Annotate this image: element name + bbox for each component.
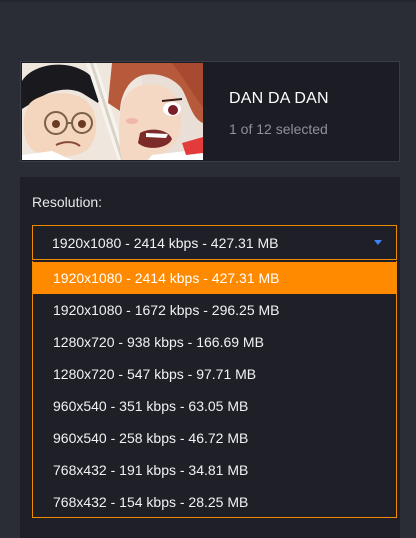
download-settings-panel: Resolution: 1920x1080 - 2414 kbps - 427.… bbox=[20, 177, 400, 538]
resolution-option-960x540-351[interactable]: 960x540 - 351 kbps - 63.05 MB bbox=[33, 390, 396, 422]
resolution-label: Resolution: bbox=[32, 194, 103, 210]
resolution-dropdown-list: 1920x1080 - 2414 kbps - 427.31 MB 1920x1… bbox=[32, 261, 397, 518]
resolution-option-1280x720-547[interactable]: 1280x720 - 547 kbps - 97.71 MB bbox=[33, 358, 396, 390]
selection-status: 1 of 12 selected bbox=[229, 121, 328, 137]
anime-thumbnail-image bbox=[22, 63, 203, 160]
resolution-option-1280x720-938[interactable]: 1280x720 - 938 kbps - 166.69 MB bbox=[33, 326, 396, 358]
window-top-edge bbox=[0, 0, 416, 2]
caret-down-icon[interactable] bbox=[374, 240, 382, 245]
media-card: DAN DA DAN 1 of 12 selected bbox=[20, 61, 400, 162]
resolution-select[interactable]: 1920x1080 - 2414 kbps - 427.31 MB bbox=[32, 225, 397, 260]
resolution-option-1920x1080-1672[interactable]: 1920x1080 - 1672 kbps - 296.25 MB bbox=[33, 294, 396, 326]
resolution-option-768x432-154[interactable]: 768x432 - 154 kbps - 28.25 MB bbox=[33, 486, 396, 518]
resolution-select-value: 1920x1080 - 2414 kbps - 427.31 MB bbox=[52, 235, 279, 251]
media-title: DAN DA DAN bbox=[229, 90, 329, 107]
resolution-option-960x540-258[interactable]: 960x540 - 258 kbps - 46.72 MB bbox=[33, 422, 396, 454]
resolution-option-1920x1080-2414[interactable]: 1920x1080 - 2414 kbps - 427.31 MB bbox=[33, 262, 396, 294]
resolution-option-768x432-191[interactable]: 768x432 - 191 kbps - 34.81 MB bbox=[33, 454, 396, 486]
